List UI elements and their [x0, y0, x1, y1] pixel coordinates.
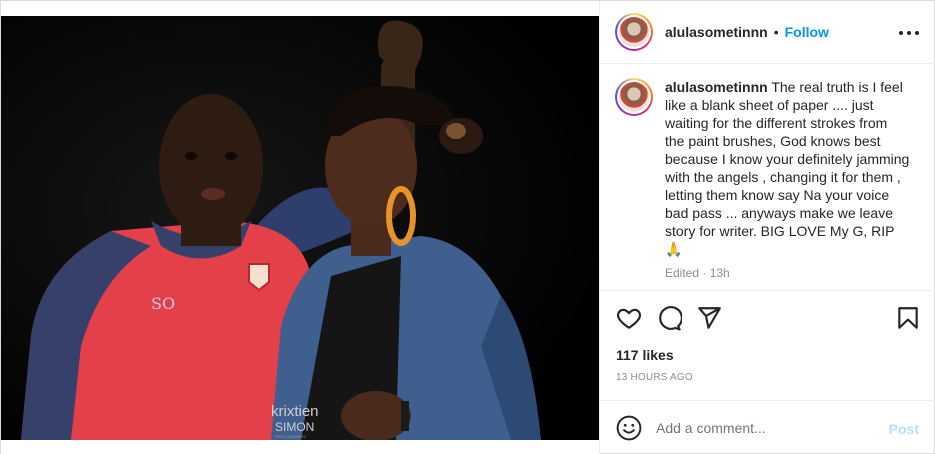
- action-icons: [616, 305, 921, 331]
- more-dot-2: [907, 31, 911, 35]
- post-photo[interactable]: SO krixtien SIMON PHOTOGRAPHY: [1, 16, 599, 440]
- header-separator: •: [773, 24, 779, 40]
- caption-body: alulasometinnn The real truth is I feel …: [665, 78, 910, 282]
- comment-input[interactable]: [656, 420, 876, 436]
- comment-icon[interactable]: [656, 305, 682, 331]
- send-icon[interactable]: [696, 305, 722, 331]
- instagram-post: SO krixtien SIMON PHOTOGRAPHY alulasomet…: [0, 0, 935, 454]
- more-dot-3: [915, 31, 919, 35]
- add-comment-bar: Post: [600, 400, 935, 454]
- post-actions: 117 likes 13 HOURS AGO: [600, 290, 935, 400]
- photo-illustration: SO krixtien SIMON PHOTOGRAPHY: [1, 16, 599, 440]
- caption-avatar-inner: [617, 80, 651, 114]
- caption: alulasometinnn The real truth is I feel …: [615, 78, 921, 282]
- more-options-icon[interactable]: [899, 23, 919, 43]
- avatar[interactable]: [615, 13, 653, 51]
- post-header: alulasometinnn • Follow: [600, 1, 935, 64]
- caption-meta: Edited · 13h: [665, 266, 730, 280]
- watermark-line3: PHOTOGRAPHY: [275, 434, 306, 439]
- header-username[interactable]: alulasometinnn: [665, 24, 768, 40]
- bookmark-icon[interactable]: [895, 305, 921, 331]
- photo-top-margin: [1, 1, 599, 16]
- comments-area: alulasometinnn The real truth is I feel …: [600, 64, 935, 290]
- post-side-panel: alulasometinnn • Follow alulasometinnn T…: [599, 1, 935, 454]
- avatar-inner: [617, 15, 651, 49]
- follow-button[interactable]: Follow: [785, 24, 829, 40]
- post-comment-button[interactable]: Post: [889, 421, 919, 437]
- post-time: 13 HOURS AGO: [616, 372, 693, 383]
- shirt-text: SO: [151, 294, 175, 313]
- caption-username[interactable]: alulasometinnn: [665, 79, 768, 95]
- more-dot-1: [899, 31, 903, 35]
- avatar-image: [619, 17, 649, 47]
- watermark-line2: SIMON: [275, 420, 314, 434]
- heart-icon[interactable]: [616, 305, 642, 331]
- emoji-icon[interactable]: [616, 415, 642, 441]
- caption-text: The real truth is I feel like a blank sh…: [665, 79, 910, 257]
- likes-count[interactable]: 117 likes: [616, 347, 674, 363]
- watermark-line1: krixtien: [271, 403, 319, 420]
- photo-bottom-margin: [1, 440, 599, 454]
- caption-avatar-image: [619, 82, 649, 112]
- caption-avatar[interactable]: [615, 78, 653, 116]
